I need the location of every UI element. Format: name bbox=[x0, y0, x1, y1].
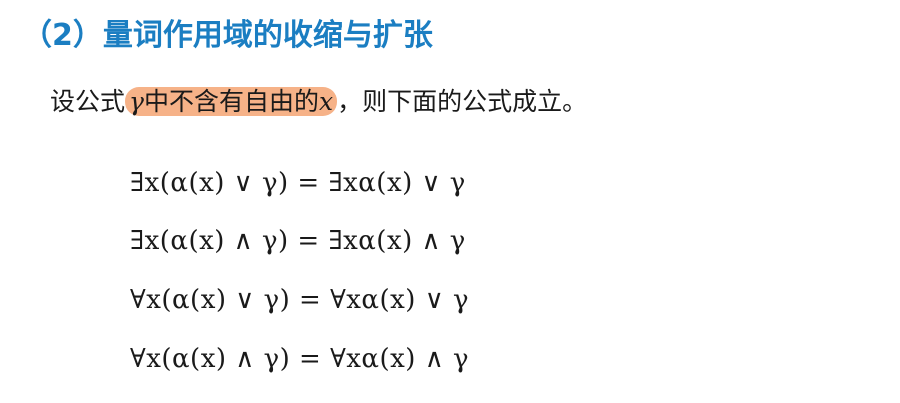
x-variable: x bbox=[318, 87, 334, 116]
slide: （2）量词作用域的收缩与扩张 设公式 γ中不含有自由的x ，则下面的公式成立。 ∃x… bbox=[0, 0, 900, 403]
formula-exists-and: ∃x(α(x) ∧ γ) = ∃xα(x) ∧ γ bbox=[130, 226, 466, 256]
highlight-text: 中不含有自由的 bbox=[143, 87, 319, 116]
formula-forall-or: ∀x(α(x) ∨ γ) = ∀xα(x) ∨ γ bbox=[130, 285, 470, 315]
intro-sentence: 设公式 γ中不含有自由的x ，则下面的公式成立。 bbox=[50, 82, 587, 122]
section-heading: （2）量词作用域的收缩与扩张 bbox=[22, 18, 433, 53]
intro-prefix: 设公式 bbox=[50, 87, 126, 116]
highlighted-condition: γ中不含有自由的x bbox=[125, 87, 338, 116]
gamma-symbol: γ bbox=[129, 87, 144, 116]
formula-exists-or: ∃x(α(x) ∨ γ) = ∃xα(x) ∨ γ bbox=[130, 168, 466, 198]
intro-suffix: ，则下面的公式成立。 bbox=[337, 87, 588, 116]
formula-forall-and: ∀x(α(x) ∧ γ) = ∀xα(x) ∧ γ bbox=[130, 344, 470, 374]
